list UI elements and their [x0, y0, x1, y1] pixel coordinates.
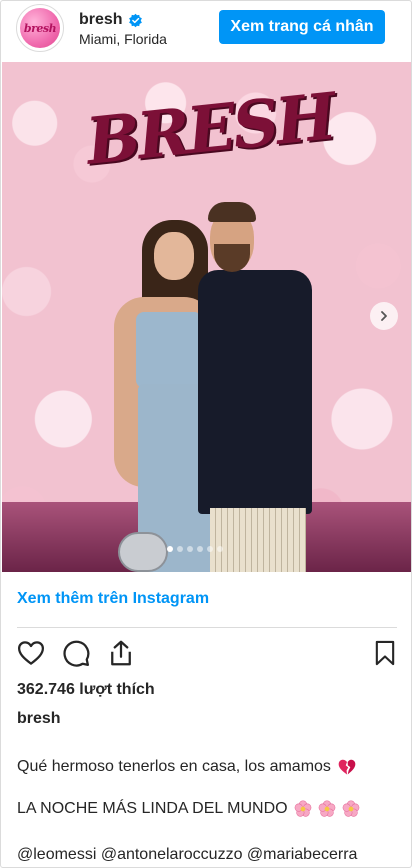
avatar[interactable]: bresh: [16, 4, 64, 52]
username[interactable]: bresh: [79, 11, 123, 29]
caption-line: LA NOCHE MÁS LINDA DEL MUNDO: [17, 800, 360, 818]
carousel-dot: [207, 546, 213, 552]
caption-text: LA NOCHE MÁS LINDA DEL MUNDO: [17, 800, 288, 817]
view-profile-button[interactable]: Xem trang cá nhân: [219, 10, 385, 44]
heart-icon: [18, 641, 44, 665]
flower-icon: [294, 800, 311, 817]
handbag: [118, 532, 168, 572]
divider: [17, 627, 397, 628]
post-photo[interactable]: BRESH: [2, 62, 411, 572]
flower-emojis: [294, 800, 360, 818]
carousel-dot: [177, 546, 183, 552]
like-count[interactable]: 362.746 lượt thích: [17, 681, 155, 699]
view-more-instagram-link[interactable]: Xem thêm trên Instagram: [17, 590, 209, 608]
bookmark-icon: [375, 640, 395, 666]
caption-text: Qué hermoso tenerlos en casa, los amamos: [17, 758, 331, 775]
neon-sign: BRESH: [82, 79, 337, 180]
avatar-image: bresh: [20, 8, 60, 48]
next-icon: [381, 311, 387, 321]
carousel-dot: [197, 546, 203, 552]
comment-button[interactable]: [60, 637, 92, 669]
flower-icon: [342, 800, 359, 817]
comment-icon: [63, 640, 90, 667]
carousel-dot: [167, 546, 173, 552]
caption-line: Qué hermoso tenerlos en casa, los amamos: [17, 757, 357, 777]
share-icon: [111, 640, 131, 666]
broken-heart-icon: [338, 759, 356, 775]
flower-icon: [318, 800, 335, 817]
carousel-next-button[interactable]: [370, 302, 398, 330]
man-pants: [210, 508, 306, 572]
username-row: bresh: [79, 11, 143, 29]
man-shirt: [198, 270, 312, 514]
verified-icon: [128, 13, 142, 27]
carousel-dot: [187, 546, 193, 552]
location[interactable]: Miami, Florida: [79, 31, 167, 47]
instagram-embed-card: bresh bresh Miami, Florida Xem trang cá …: [0, 0, 412, 868]
save-button[interactable]: [369, 637, 401, 669]
man-beard: [214, 244, 250, 272]
caption-username[interactable]: bresh: [17, 710, 61, 728]
action-bar: [15, 637, 399, 671]
carousel-dots: [167, 546, 223, 552]
carousel-dot: [217, 546, 223, 552]
like-button[interactable]: [15, 637, 47, 669]
woman-top: [136, 312, 202, 388]
post-header: bresh bresh Miami, Florida Xem trang cá …: [1, 1, 411, 55]
man-hair: [208, 202, 256, 222]
woman-face: [154, 232, 194, 280]
avatar-logo-text: bresh: [23, 21, 57, 35]
caption-mentions[interactable]: @leomessi @antonelaroccuzzo @mariabecerr…: [17, 846, 357, 864]
share-button[interactable]: [105, 637, 137, 669]
